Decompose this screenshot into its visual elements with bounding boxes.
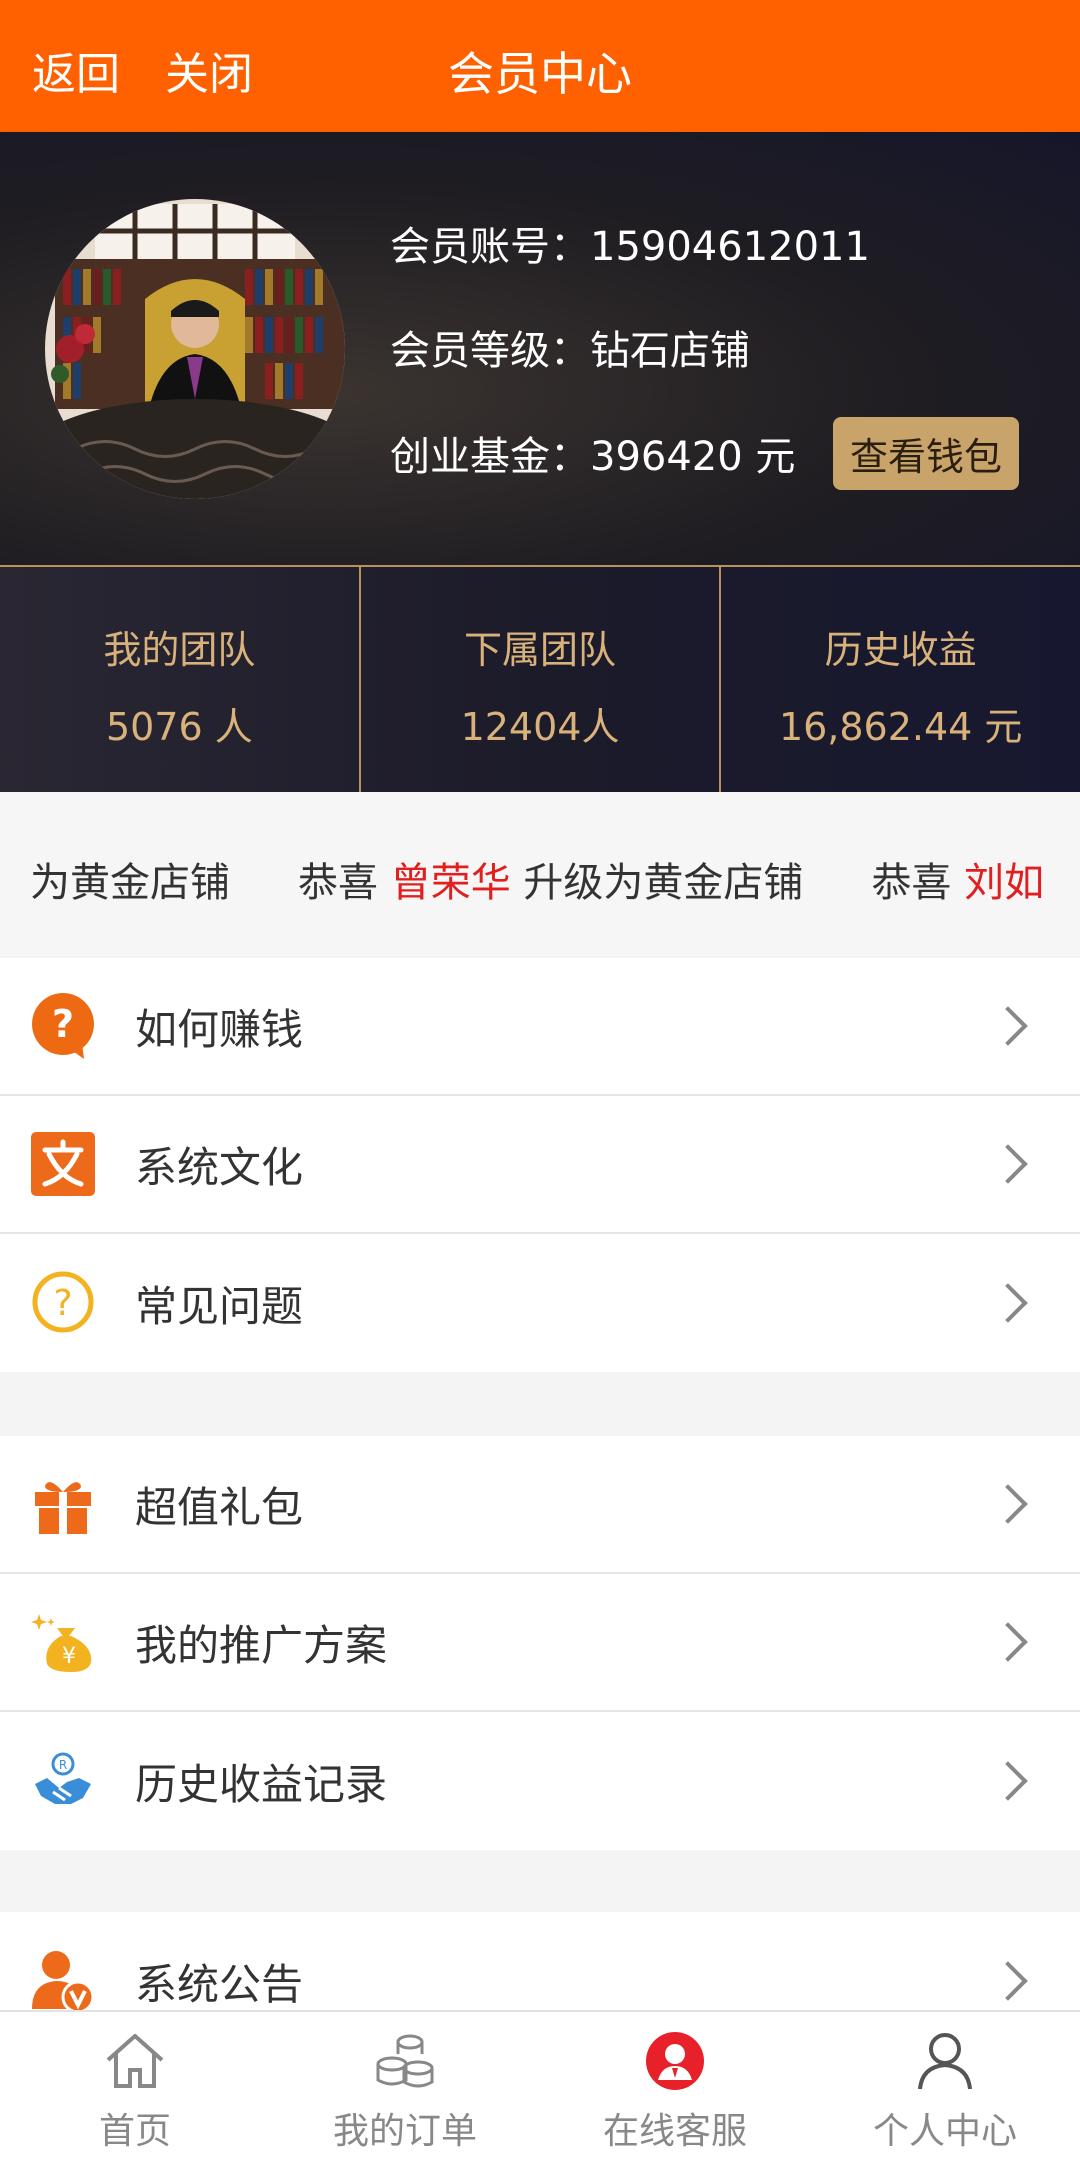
menu-item-label: 如何赚钱 [135, 1004, 304, 1054]
stat-label: 下属团队 [464, 628, 617, 672]
avatar[interactable] [45, 199, 345, 499]
menu-item-label: 超值礼包 [135, 1482, 304, 1532]
chevron-right-icon [988, 1484, 1028, 1524]
menu-item-system-notice[interactable]: 系统公告 [0, 1912, 1080, 2010]
marquee-segment: 恭喜 [298, 860, 391, 906]
chevron-right-icon [988, 1006, 1028, 1046]
stat-sub-team[interactable]: 下属团队 12404人 [358, 567, 720, 792]
announcement-marquee: 为黄金店铺 恭喜 曾荣华 升级为黄金店铺 恭喜 刘如 [0, 792, 1080, 957]
marquee-segment: 为黄金店铺 [30, 860, 230, 906]
startup-fund: 创业基金：396420 元 [390, 424, 795, 482]
marquee-name: 曾荣华 [390, 860, 511, 906]
nav-label: 我的订单 [332, 2111, 477, 2152]
bottom-nav: 首页 我的订单 在线客服 个人中心 [0, 2010, 1080, 2160]
startup-fund-label: 创业基金： [390, 434, 590, 480]
text-wen-icon [30, 1131, 96, 1197]
stat-label: 我的团队 [103, 628, 256, 672]
marquee-segment: 恭喜 [871, 860, 965, 906]
menu-item-faq[interactable]: ? 常见问题 [0, 1234, 1080, 1372]
menu-item-label: 系统文化 [135, 1142, 304, 1192]
menu-group-help: ? 如何赚钱 系统文化 ? 常见问题 [0, 958, 1080, 1372]
view-wallet-button[interactable]: 查看钱包 [833, 417, 1019, 490]
svg-text:?: ? [52, 1002, 74, 1046]
menu-item-promotion-plan[interactable]: ¥ 我的推广方案 [0, 1574, 1080, 1712]
person-icon [912, 2030, 978, 2092]
avatar-photo-icon [45, 199, 345, 499]
member-account-value: 15904612011 [590, 224, 870, 270]
menu-item-label: 历史收益记录 [135, 1759, 388, 1809]
member-level-label: 会员等级： [390, 328, 590, 374]
top-bar: 返回 关闭 会员中心 [0, 0, 1080, 132]
member-level-value: 钻石店铺 [590, 328, 750, 374]
marquee-track: 为黄金店铺 恭喜 曾荣华 升级为黄金店铺 恭喜 刘如 [30, 850, 1044, 908]
handshake-icon: R [30, 1747, 96, 1813]
menu-item-label: 常见问题 [135, 1281, 304, 1331]
team-stats: 我的团队 5076 人 下属团队 12404人 历史收益 16,862.44 元 [0, 565, 1080, 792]
nav-label: 首页 [98, 2111, 171, 2152]
stat-label: 历史收益 [824, 628, 977, 672]
marquee-name: 刘如 [964, 860, 1045, 906]
home-icon [102, 2030, 168, 2092]
nav-label: 个人中心 [872, 2111, 1017, 2152]
svg-text:R: R [59, 1758, 67, 1772]
gift-icon [30, 1471, 96, 1537]
member-level: 会员等级：钻石店铺 [390, 318, 750, 376]
member-account: 会员账号：15904612011 [390, 214, 870, 272]
chevron-right-icon [988, 1761, 1028, 1801]
chevron-right-icon [988, 1622, 1028, 1662]
chevron-right-icon [988, 1144, 1028, 1184]
coins-icon [372, 2030, 438, 2092]
svg-text:¥: ¥ [62, 1644, 76, 1669]
menu-item-how-to-earn[interactable]: ? 如何赚钱 [0, 958, 1080, 1096]
nav-personal-center[interactable]: 个人中心 [810, 2012, 1080, 2160]
customer-service-icon [642, 2030, 708, 2092]
stat-my-team[interactable]: 我的团队 5076 人 [0, 567, 359, 792]
nav-customer-service[interactable]: 在线客服 [540, 2012, 810, 2160]
money-bag-icon: ¥ [30, 1609, 96, 1675]
chevron-right-icon [988, 1283, 1028, 1323]
stat-value: 12404人 [460, 705, 620, 749]
menu-item-earnings-record[interactable]: R 历史收益记录 [0, 1712, 1080, 1850]
nav-label: 在线客服 [602, 2111, 747, 2152]
question-circle-icon: ? [30, 1269, 96, 1335]
nav-my-orders[interactable]: 我的订单 [270, 2012, 540, 2160]
nav-home[interactable]: 首页 [0, 2012, 270, 2160]
stat-history-earnings[interactable]: 历史收益 16,862.44 元 [719, 567, 1080, 792]
menu-group-promo: 超值礼包 ¥ 我的推广方案 R 历史收益记录 [0, 1436, 1080, 1850]
profile-header: 会员账号：15904612011 会员等级：钻石店铺 创业基金：396420 元… [0, 132, 1080, 565]
stat-value: 5076 人 [105, 705, 253, 749]
chevron-right-icon [988, 1961, 1028, 2001]
menu-item-system-culture[interactable]: 系统文化 [0, 1096, 1080, 1234]
question-bubble-icon: ? [30, 993, 96, 1059]
user-v-icon [30, 1947, 96, 2010]
menu-group-notice: 系统公告 [0, 1912, 1080, 2010]
stat-value: 16,862.44 元 [778, 705, 1023, 749]
member-account-label: 会员账号： [390, 224, 590, 270]
menu-item-label: 我的推广方案 [135, 1620, 388, 1670]
svg-text:?: ? [53, 1283, 72, 1324]
menu-item-value-pack[interactable]: 超值礼包 [0, 1436, 1080, 1574]
menu-item-label: 系统公告 [135, 1959, 304, 2009]
page-title: 会员中心 [448, 47, 632, 101]
marquee-segment: 升级为黄金店铺 [510, 860, 804, 906]
startup-fund-value: 396420 元 [590, 434, 796, 480]
